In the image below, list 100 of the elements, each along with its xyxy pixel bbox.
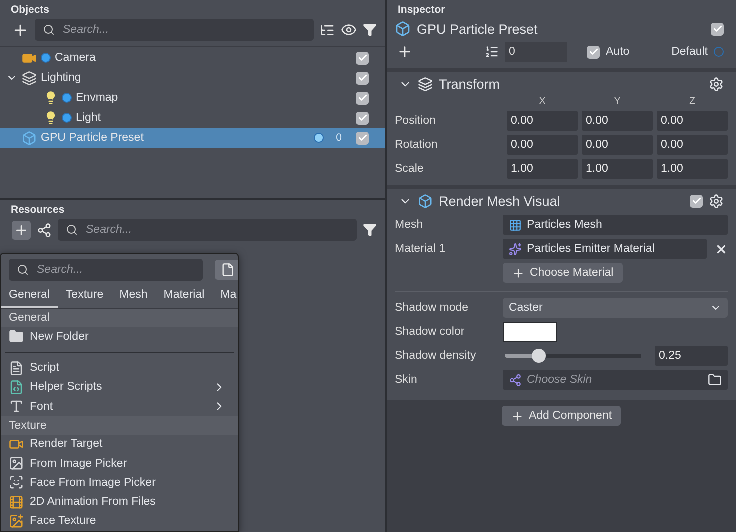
add-icon[interactable] [12,220,31,240]
number-field[interactable]: 0.00 [582,111,653,131]
number-field[interactable]: 0.00 [507,135,578,155]
file-icon[interactable] [215,260,238,280]
skin-picker[interactable]: Choose Skin [503,370,728,390]
search-input[interactable]: Search... [61,23,306,37]
nodes-icon [509,374,522,386]
tree-item[interactable]: GPU Particle Preset 0 [0,128,385,148]
menu-item[interactable]: Face Texture [1,512,238,531]
menu-item[interactable]: Script [1,358,238,378]
section-title: Render Mesh Visual [439,194,562,208]
group-icon [22,70,37,86]
search-icon [43,24,55,36]
search-icon [66,224,78,236]
menu-item[interactable]: New Folder [1,327,238,347]
checkbox[interactable] [356,52,369,64]
panel-title: Objects [10,3,51,18]
search-field[interactable]: Search... [35,19,314,41]
status-dot [314,133,324,143]
field-label: Rotation [395,139,439,151]
menu-item[interactable]: 2D Animation From Files [1,492,238,512]
axis-label: Y [613,96,622,107]
tab[interactable]: Material [156,285,213,308]
light-bulb-icon [44,91,58,105]
checkbox[interactable] [356,132,369,144]
mesh-picker[interactable]: Particles Mesh [503,215,728,235]
count-label: 0 [336,132,342,144]
checkbox[interactable] [356,72,369,84]
tree-item[interactable]: Camera [0,48,385,68]
image-icon [9,456,24,472]
menu-item[interactable]: Helper Scripts [1,378,238,398]
field-label: Position [395,115,437,127]
hierarchy-icon[interactable] [320,22,335,38]
close-icon[interactable] [715,242,728,256]
filter-icon[interactable] [363,223,377,237]
field-label: Mesh [395,219,424,231]
checkbox[interactable] [356,112,369,124]
field-label: Shadow mode [395,302,470,314]
plus-icon [510,410,524,422]
folder-icon [9,329,24,344]
tree-item[interactable]: Lighting [0,68,385,88]
item-label: Camera [55,52,97,64]
color-swatch[interactable] [503,322,557,342]
choose-material-button[interactable]: Choose Material [503,263,623,283]
menu-item[interactable]: Render Target [1,434,238,454]
number-field[interactable]: 1.00 [657,159,728,179]
checkbox[interactable] [690,194,703,208]
panel-title: Inspector [397,3,446,18]
layer-field[interactable]: 0 [505,42,567,62]
add-component-button[interactable]: Add Component [502,406,622,426]
tab[interactable]: Texture [58,285,112,308]
settings-icon[interactable] [709,76,724,92]
grid-icon [509,218,522,232]
search-input[interactable]: Search... [84,223,349,237]
cube-icon [418,194,433,208]
add-icon[interactable] [397,44,413,60]
item-label: Light [76,112,102,124]
menu-item[interactable]: Font [1,397,238,416]
code-file-icon [9,380,24,395]
panel-title: Resources [10,203,66,218]
image-icon [9,514,24,529]
search-input[interactable]: Search... [35,263,195,277]
tab[interactable]: Ma [212,285,238,308]
number-field[interactable]: 1.00 [507,159,578,179]
search-icon [17,264,29,276]
tree-item[interactable]: Light [0,108,385,128]
menu-section-header: Texture [1,416,238,435]
cube-icon [395,21,411,37]
search-field[interactable]: Search... [58,219,357,241]
number-field[interactable]: 0.00 [657,135,728,155]
eye-icon[interactable] [341,22,357,38]
checkbox[interactable] [711,22,724,36]
number-field[interactable]: 0.25 [655,346,728,366]
filter-icon[interactable] [363,23,377,37]
shadow-mode-select[interactable]: Caster [503,298,728,318]
cube-icon [22,130,37,146]
layer-dot [714,47,724,57]
tree-item[interactable]: Envmap [0,88,385,108]
number-field[interactable]: 1.00 [582,159,653,179]
number-field[interactable]: 0.00 [657,111,728,131]
field-label: Material 1 [395,243,446,255]
plus-icon [512,266,525,280]
checkbox[interactable] [587,46,600,58]
face-scan-icon [9,475,24,490]
folder-icon[interactable] [708,373,722,387]
checkbox[interactable] [356,92,369,104]
menu-item[interactable]: From Image Picker [1,454,238,474]
menu-item[interactable]: Face From Image Picker [1,473,238,492]
material-picker[interactable]: Particles Emitter Material [503,239,707,259]
section-title: Transform [439,76,502,92]
number-field[interactable]: 0.00 [582,135,653,155]
settings-icon[interactable] [709,194,724,208]
tab[interactable]: Mesh [112,285,156,308]
film-icon [9,494,24,510]
document-icon [9,360,24,376]
item-label: Lighting [41,72,82,84]
search-field[interactable]: Search... [9,259,203,281]
slider-thumb[interactable] [532,349,546,363]
number-field[interactable]: 0.00 [507,111,578,131]
field-label: Shadow density [395,350,478,362]
